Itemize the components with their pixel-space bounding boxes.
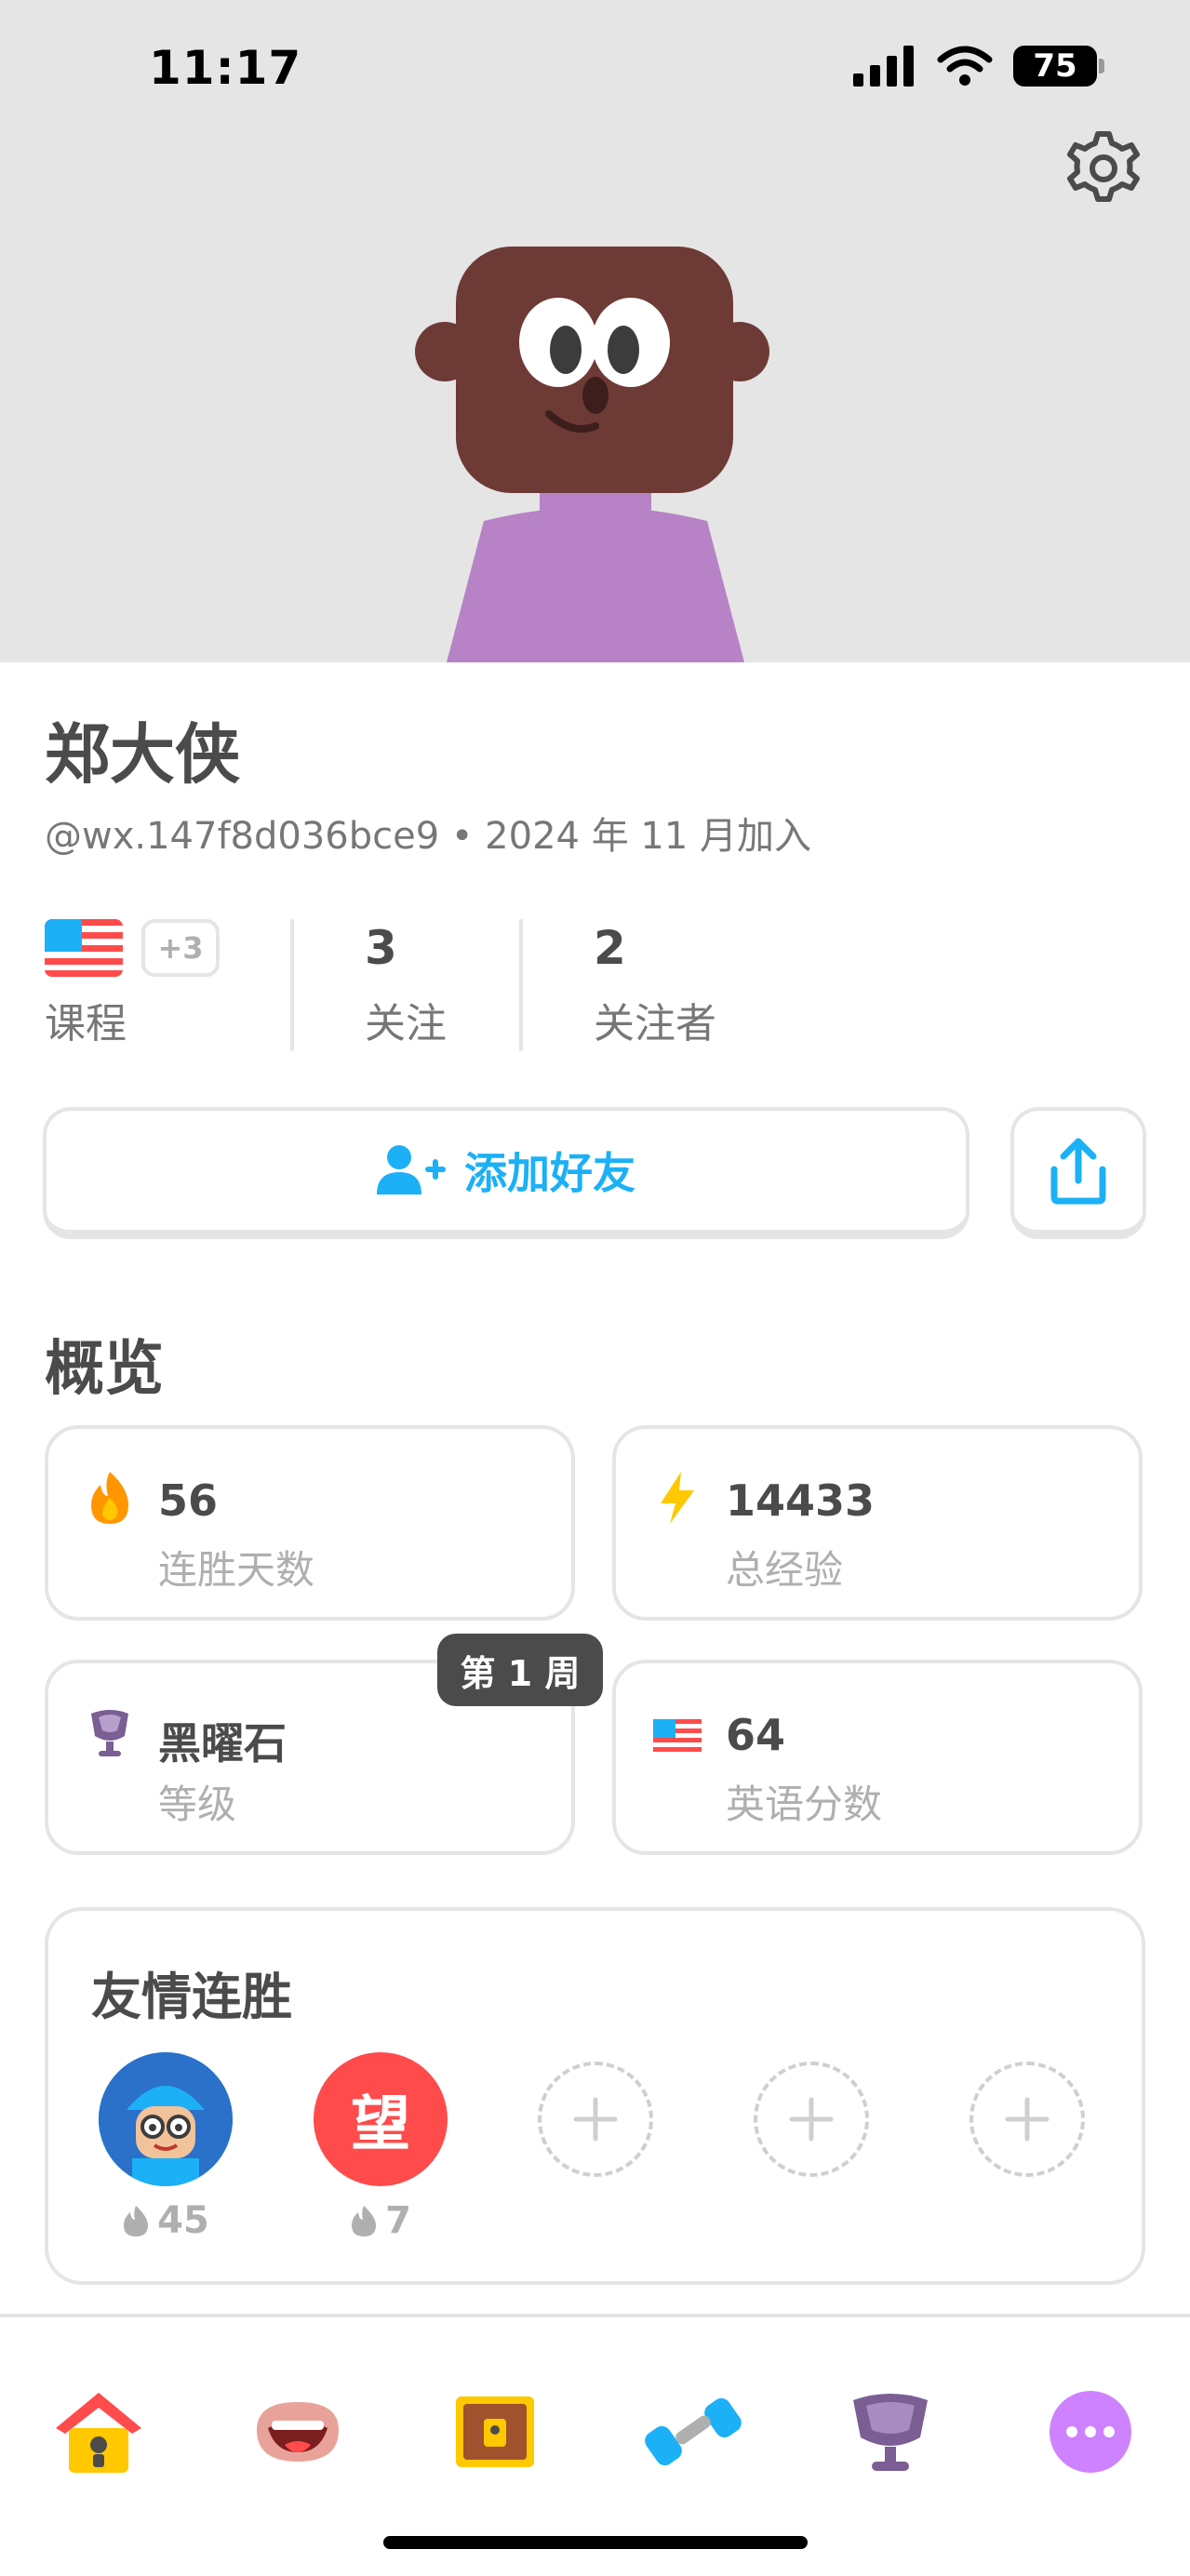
- profile-handle: @wx.147f8d036bce9 • 2024 年 11 月加入: [45, 815, 812, 858]
- tab-home[interactable]: [47, 2381, 150, 2483]
- share-button[interactable]: [1010, 1107, 1146, 1239]
- friend-initial: 望: [351, 2090, 410, 2159]
- friend-avatar: 望: [314, 2052, 448, 2186]
- tab-more[interactable]: [1039, 2381, 1142, 2483]
- friend-avatar-illustration: [99, 2052, 233, 2186]
- following-label: 关注: [365, 1000, 447, 1048]
- home-icon: [56, 2393, 141, 2473]
- add-user-icon: [377, 1145, 446, 1195]
- courses-stat[interactable]: +3 课程: [45, 919, 259, 1051]
- profile-stats: +3 课程 3 关注 2 关注者: [45, 919, 1145, 1051]
- plus-icon: [1005, 2097, 1050, 2142]
- share-icon: [1050, 1138, 1106, 1205]
- add-friend-streak-button[interactable]: [538, 2062, 653, 2177]
- plus-icon: [573, 2097, 618, 2142]
- battery-level: 75: [1033, 47, 1077, 85]
- tab-speak[interactable]: [247, 2381, 349, 2483]
- tab-practice[interactable]: [642, 2381, 744, 2483]
- more-icon: [1050, 2391, 1131, 2473]
- english-score-card[interactable]: 64 英语分数: [612, 1660, 1143, 1855]
- profile-avatar[interactable]: [0, 0, 1190, 662]
- league-label: 等级: [158, 1782, 237, 1827]
- xp-label: 总经验: [726, 1547, 844, 1593]
- followers-label: 关注者: [594, 1000, 716, 1048]
- friend-streak-value: 7: [385, 2199, 411, 2242]
- followers-count: 2: [594, 921, 626, 975]
- lightning-icon: [661, 1472, 694, 1524]
- friend-avatar: [99, 2052, 233, 2186]
- followers-stat[interactable]: 2 关注者: [594, 919, 798, 1051]
- add-friend-streak-slot[interactable]: [528, 2052, 662, 2186]
- plus-icon: [789, 2097, 834, 2142]
- following-stat[interactable]: 3 关注: [365, 919, 532, 1051]
- tab-leagues[interactable]: [839, 2381, 942, 2483]
- score-value: 64: [726, 1710, 786, 1760]
- obsidian-trophy-icon: [91, 1710, 128, 1756]
- friend-streak-count: 7: [314, 2199, 448, 2242]
- wifi-icon: [937, 46, 993, 86]
- streak-value: 56: [158, 1475, 219, 1526]
- add-friend-streak-button[interactable]: [754, 2062, 869, 2177]
- gear-icon[interactable]: [1063, 128, 1143, 208]
- speak-icon: [257, 2402, 339, 2462]
- friend-streak-count: 45: [99, 2199, 233, 2242]
- profile-name: 郑大侠: [45, 716, 240, 793]
- fire-icon: [124, 2206, 149, 2236]
- friend-streak-value: 45: [157, 2199, 209, 2242]
- add-friend-button[interactable]: 添加好友: [43, 1107, 969, 1239]
- signal-icon: [853, 46, 914, 87]
- chest-icon: [456, 2396, 534, 2467]
- tab-chest[interactable]: [444, 2381, 546, 2483]
- week-badge: 第 1 周: [437, 1634, 603, 1706]
- us-flag-icon: [653, 1719, 702, 1753]
- courses-extra-badge: +3: [141, 919, 220, 977]
- practice-icon: [645, 2397, 742, 2466]
- league-value: 黑曜石: [158, 1718, 287, 1768]
- stat-divider: [290, 919, 294, 1051]
- league-icon: [853, 2394, 928, 2471]
- add-friend-streak-slot[interactable]: [960, 2052, 1094, 2186]
- home-indicator: [383, 2536, 808, 2549]
- status-indicators: 75: [853, 45, 1104, 87]
- stat-divider: [519, 919, 523, 1051]
- fire-icon: [91, 1472, 128, 1524]
- following-count: 3: [365, 921, 397, 975]
- xp-value: 14433: [726, 1475, 876, 1526]
- friend-streak-slot[interactable]: 望 7: [314, 2052, 448, 2242]
- streak-label: 连胜天数: [158, 1547, 315, 1593]
- fire-icon: [352, 2206, 377, 2236]
- status-time: 11:17: [149, 41, 302, 95]
- friend-streaks-card: 友情连胜 45 望 7: [45, 1907, 1145, 2285]
- add-friend-streak-button[interactable]: [969, 2062, 1085, 2177]
- add-friend-label: 添加好友: [464, 1148, 635, 1198]
- battery-indicator: 75: [1013, 46, 1104, 87]
- overview-title: 概览: [45, 1335, 164, 1404]
- streak-card[interactable]: 56 连胜天数: [45, 1425, 575, 1621]
- us-flag-icon: [45, 919, 123, 977]
- xp-card[interactable]: 14433 总经验: [612, 1425, 1143, 1621]
- profile-header: 11:17 75: [0, 0, 1190, 662]
- add-friend-streak-slot[interactable]: [744, 2052, 878, 2186]
- friend-streak-slot[interactable]: 45: [99, 2052, 233, 2242]
- score-label: 英语分数: [726, 1782, 883, 1827]
- courses-label: 课程: [45, 1000, 127, 1048]
- friend-streaks-title: 友情连胜: [91, 1968, 292, 2026]
